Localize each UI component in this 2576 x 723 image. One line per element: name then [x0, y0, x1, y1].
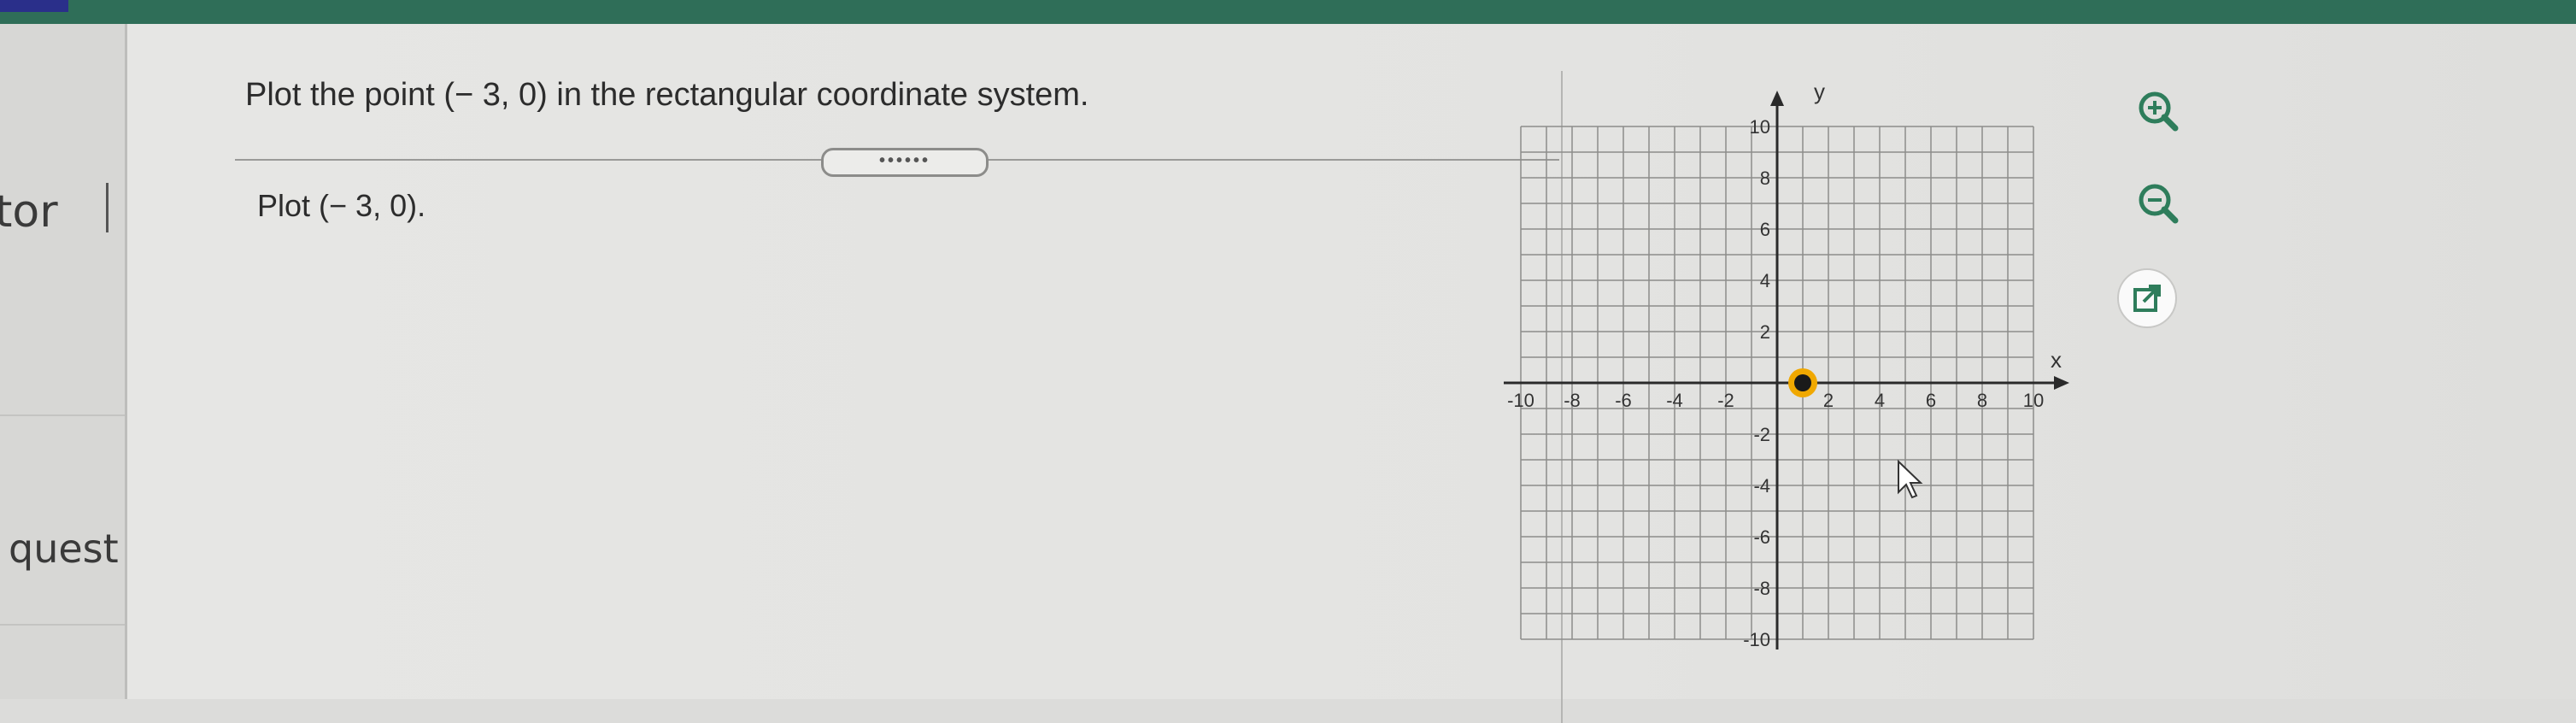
- y-tick-label: 6: [1760, 219, 1770, 240]
- y-tick-label: -10: [1743, 629, 1770, 650]
- y-tick-label: -2: [1753, 424, 1770, 445]
- y-tick-label: 4: [1760, 270, 1770, 291]
- x-tick-label: -10: [1507, 390, 1534, 411]
- x-tick-label: 2: [1823, 390, 1834, 411]
- sidebar-partial-label[interactable]: tor: [0, 186, 58, 238]
- instruction-text: Plot (− 3, 0).: [257, 188, 426, 223]
- mouse-pointer-icon: [1898, 459, 1923, 499]
- text-cursor: [106, 183, 109, 232]
- y-tick-label: -8: [1753, 578, 1770, 599]
- x-tick-label: -4: [1666, 390, 1683, 411]
- sidebar-separator: [0, 624, 125, 626]
- sidebar-separator: [0, 414, 125, 416]
- expand-button[interactable]: ••••••: [821, 148, 989, 177]
- sidebar-partial-label[interactable]: quest: [9, 526, 119, 572]
- x-tick-label: 10: [2023, 390, 2044, 411]
- y-tick-label: 2: [1760, 321, 1770, 343]
- zoom-in-button[interactable]: [2131, 84, 2186, 138]
- y-tick-label: 10: [1750, 116, 1770, 138]
- y-axis-arrow: [1770, 91, 1784, 106]
- x-tick-label: 8: [1977, 390, 1987, 411]
- y-tick-label: -4: [1753, 475, 1770, 497]
- question-panel: Plot the point (− 3, 0) in the rectangul…: [127, 24, 2576, 723]
- plotted-point[interactable]: [1788, 368, 1817, 397]
- y-axis-label: y: [1814, 79, 1825, 104]
- y-tick-label: -6: [1753, 526, 1770, 548]
- axes: [1504, 91, 2069, 650]
- coordinate-graph[interactable]: -10 -8 -6 -4 -2 2 4 6 8 10 10 8 6 4 2 -2 -4 -6 -8 -10 x y: [1487, 68, 2102, 684]
- zoom-out-button[interactable]: [2131, 176, 2186, 231]
- x-tick-label: 6: [1926, 390, 1936, 411]
- x-tick-label: -8: [1564, 390, 1581, 411]
- top-bar-accent: [0, 0, 68, 12]
- zoom-in-icon: [2139, 91, 2179, 132]
- left-sidebar: [0, 24, 126, 699]
- x-axis-label: x: [2051, 347, 2062, 373]
- popout-icon: [2133, 285, 2161, 312]
- zoom-out-icon: [2139, 184, 2179, 224]
- x-tick-label: 4: [1875, 390, 1885, 411]
- x-axis-arrow: [2054, 376, 2069, 390]
- x-tick-label: -2: [1717, 390, 1734, 411]
- popout-button[interactable]: [2117, 268, 2177, 328]
- point-marker[interactable]: [1794, 374, 1811, 391]
- x-tick-label: -6: [1615, 390, 1632, 411]
- question-prompt: Plot the point (− 3, 0) in the rectangul…: [245, 77, 1089, 113]
- y-tick-label: 8: [1760, 168, 1770, 189]
